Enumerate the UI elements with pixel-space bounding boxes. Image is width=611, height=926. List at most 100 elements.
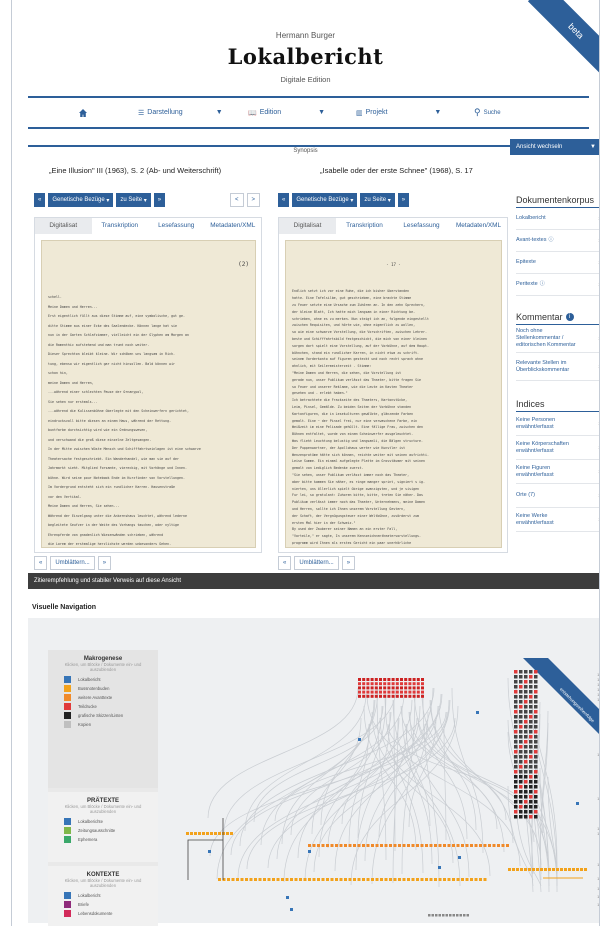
chevron-right-icon: › <box>598 420 600 427</box>
document-node <box>404 678 408 681</box>
document-node <box>379 678 382 681</box>
scroll-prev-button[interactable]: « <box>34 556 48 570</box>
document-node <box>438 866 441 869</box>
genesis-graph[interactable]: entstehungsreihenfolge <box>28 618 600 923</box>
document-node <box>501 844 505 847</box>
sidebar-link[interactable]: Keine Werke erwähnt/erfasst › <box>516 508 599 532</box>
sidebar-link[interactable]: Noch ohne Stellenkommentar / editorische… <box>516 325 599 353</box>
sidebar-link[interactable]: Lokalbericht › <box>516 208 599 230</box>
sidebar-link[interactable]: Keine Körperschaften erwähnt/erfasst › <box>516 436 599 460</box>
nav-edition[interactable]: 📖 Edition ▼ <box>248 109 356 117</box>
document-node <box>438 878 442 881</box>
manuscript-line: gerade nun, unser Publikum verlässt das … <box>292 377 422 382</box>
manuscript-line: Fur lei, so gratulant: Zuhoren bitte, bi… <box>292 493 424 498</box>
document-node <box>370 686 374 690</box>
left-tabs: Digitalisat Transkription Lesefassung Me… <box>35 218 261 234</box>
document-node <box>447 878 451 881</box>
tab-digitalisat[interactable]: Digitalisat <box>35 218 92 234</box>
document-node <box>524 735 528 739</box>
manuscript-line: Was flieht Leuchtung belustig und langsa… <box>292 439 424 444</box>
document-node <box>400 682 403 686</box>
sidebar-link[interactable]: Epitexte › <box>516 252 599 274</box>
document-node <box>461 844 464 847</box>
home-link[interactable] <box>28 108 138 117</box>
sidebar-link[interactable]: Keine Figuren erwähnt/erfasst › <box>516 460 599 484</box>
document-node <box>371 878 374 881</box>
document-node <box>434 844 437 847</box>
next-button[interactable]: » <box>397 193 410 207</box>
to-page-button[interactable]: zu Seite ▾ <box>116 193 151 207</box>
document-node <box>529 745 533 749</box>
manuscript-line: Endlich setzt ich vor eine Ruhe, die ich… <box>292 289 410 294</box>
scroll-next-button[interactable]: » <box>341 556 356 570</box>
document-node <box>459 914 462 917</box>
next-page-button[interactable]: > <box>246 193 261 207</box>
document-node <box>514 710 518 714</box>
document-node <box>218 832 221 835</box>
manuscript-line: meine Damen und Herren, <box>48 380 94 385</box>
document-node <box>519 710 523 714</box>
related-button[interactable]: Genetische Bezüge ▾ <box>48 193 114 207</box>
scroll-button[interactable]: Umblättern... <box>294 556 339 570</box>
document-node <box>534 720 538 724</box>
document-node <box>524 720 528 724</box>
document-node <box>534 670 538 674</box>
site-title[interactable]: Lokalbericht <box>12 44 599 69</box>
sidebar-link[interactable]: Relevante Stellen im Überblickskommentar… <box>516 353 599 381</box>
document-node <box>532 868 535 871</box>
document-node <box>572 868 575 871</box>
nav-projekt[interactable]: ▥ Projekt ▼ <box>356 109 474 117</box>
document-node <box>425 844 428 847</box>
citation-bar[interactable]: Zitierempfehlung und stabiler Verweis au… <box>28 573 599 589</box>
sidebar-link[interactable]: Peritexte ⓘ › <box>516 274 599 296</box>
document-node <box>391 686 395 690</box>
document-node <box>404 694 408 698</box>
page-header: - 17 - <box>386 261 401 267</box>
document-node <box>519 690 523 694</box>
nav-search[interactable]: ⚲ Suche <box>474 107 501 118</box>
related-button[interactable]: Genetische Bezüge ▾ <box>292 193 358 207</box>
document-node <box>339 878 343 881</box>
manuscript-line: der kleine Blatt, Ich hatte mich langsam… <box>292 309 416 314</box>
document-node <box>534 760 538 764</box>
document-node <box>524 710 528 714</box>
prev-page-button[interactable]: < <box>230 193 244 207</box>
document-node <box>358 682 361 686</box>
tab-metadaten[interactable]: Metadaten/XML <box>205 218 262 234</box>
document-node <box>353 844 356 847</box>
document-node <box>290 878 293 881</box>
document-node <box>420 844 424 847</box>
document-node <box>438 914 441 917</box>
manuscript-line: bühnchen, stand ein rundlicher Karren, i… <box>292 350 420 355</box>
prev-button[interactable]: « <box>34 193 46 207</box>
sidebar-link[interactable]: Avant-textes ⓘ › <box>516 230 599 252</box>
left-toolbar: « Genetische Bezüge ▾ zu Seite ▾ » <box>34 193 166 207</box>
sidebar-link[interactable]: Orte (7) › <box>516 484 599 508</box>
scroll-prev-button[interactable]: « <box>278 556 292 570</box>
scroll-button[interactable]: Umblättern... <box>50 556 95 570</box>
sidebar-link-label: Lokalbericht <box>516 215 546 221</box>
document-node <box>276 878 280 881</box>
tab-digitalisat[interactable]: Digitalisat <box>279 218 336 234</box>
nav-darstellung[interactable]: ☰ Darstellung ▼ <box>138 109 248 117</box>
next-button[interactable]: » <box>153 193 166 207</box>
document-node <box>398 844 401 847</box>
sidebar-link[interactable]: Keine Personen erwähnt/erfasst › <box>516 412 600 436</box>
tab-transkription[interactable]: Transkription <box>92 218 149 234</box>
prev-button[interactable]: « <box>278 193 290 207</box>
document-node <box>452 878 455 881</box>
scroll-next-button[interactable]: » <box>97 556 112 570</box>
document-node <box>524 700 528 704</box>
manuscript-line: Weißzeit im eine Pelisade gehüllt. Eine … <box>292 425 424 430</box>
document-node <box>514 790 518 794</box>
tab-metadaten[interactable]: Metadaten/XML <box>450 218 507 234</box>
tab-transkription[interactable]: Transkription <box>336 218 393 234</box>
document-node <box>524 745 528 749</box>
document-node <box>214 832 217 835</box>
info-icon[interactable]: i <box>565 313 574 321</box>
to-page-button[interactable]: zu Seite ▾ <box>360 193 395 207</box>
tab-lesefassung[interactable]: Lesefassung <box>148 218 205 234</box>
link-curve <box>223 687 397 833</box>
tab-lesefassung[interactable]: Lesefassung <box>393 218 450 234</box>
document-node <box>393 878 397 881</box>
